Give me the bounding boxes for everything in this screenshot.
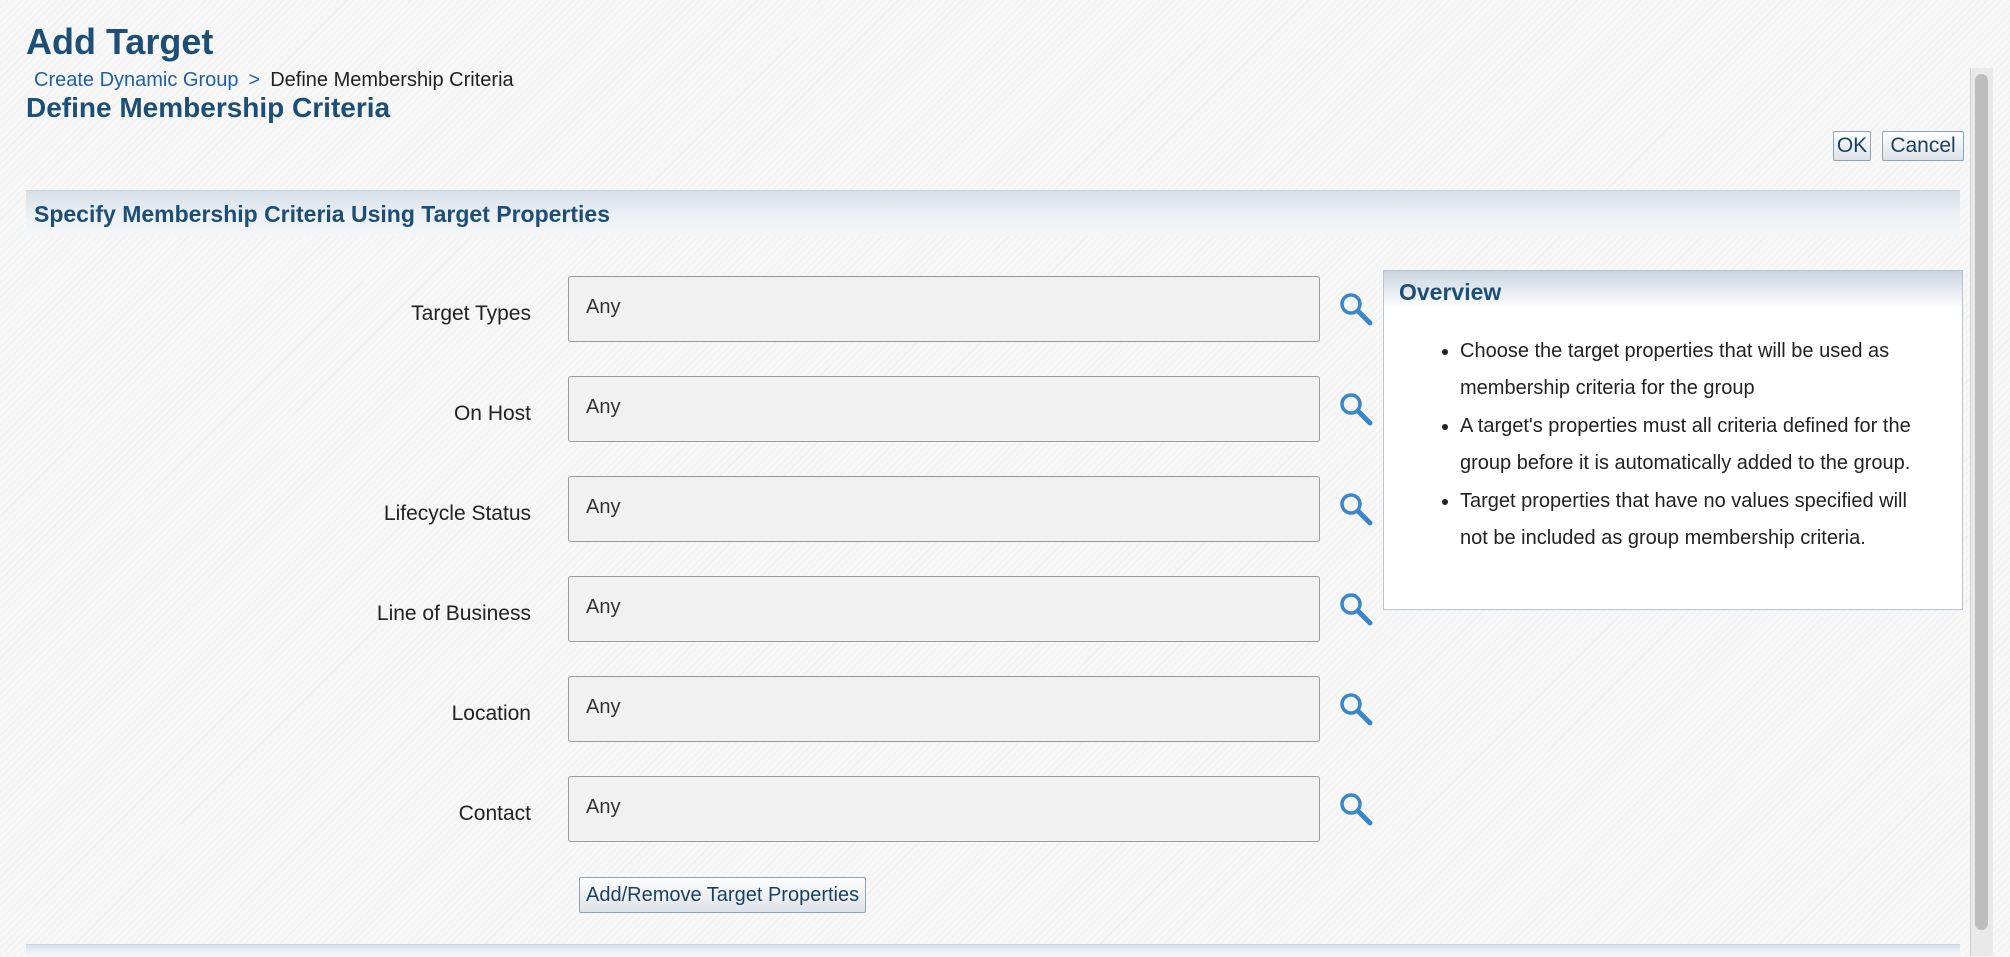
overview-title: Overview [1399,279,1502,305]
page-subtitle: Define Membership Criteria [26,92,391,123]
search-icon[interactable] [1338,791,1374,827]
on-host-field[interactable]: Any [568,376,1320,442]
label-on-host: On Host [453,402,531,425]
section-header-next [26,944,1960,957]
lifecycle-status-field[interactable]: Any [568,476,1320,542]
overview-panel: Overview Choose the target properties th… [1383,270,1963,610]
section-header-membership-criteria: Specify Membership Criteria Using Target… [26,190,1960,236]
overview-item: Target properties that have no values sp… [1460,483,1930,557]
search-icon[interactable] [1338,391,1374,427]
location-field[interactable]: Any [568,676,1320,742]
overview-item: Choose the target properties that will b… [1460,333,1930,407]
label-target-types: Target Types [411,302,531,325]
add-remove-target-properties-button[interactable]: Add/Remove Target Properties [579,877,867,913]
search-icon[interactable] [1338,491,1374,527]
overview-list: Choose the target properties that will b… [1406,333,1930,558]
breadcrumb: Create Dynamic Group > Define Membership C… [34,68,514,92]
ok-button[interactable]: OK [1833,131,1871,161]
search-icon[interactable] [1338,291,1374,327]
label-contact: Contact [458,802,531,825]
breadcrumb-link-create-dynamic-group[interactable]: Create Dynamic Group [34,69,239,91]
search-icon[interactable] [1338,691,1374,727]
search-icon[interactable] [1338,591,1374,627]
contact-field[interactable]: Any [568,776,1320,842]
scrollbar-thumb[interactable] [1975,74,1988,930]
section-title: Specify Membership Criteria Using Target… [34,201,611,227]
label-lifecycle-status: Lifecycle Status [383,502,531,525]
breadcrumb-current: Define Membership Criteria [270,69,514,91]
cancel-button[interactable]: Cancel [1882,131,1964,161]
label-location: Location [451,702,531,725]
breadcrumb-separator: > [248,69,261,91]
page-title: Add Target [26,21,214,62]
label-line-of-business: Line of Business [376,602,531,625]
overview-item: A target's properties must all criteria … [1460,408,1930,482]
target-types-field[interactable]: Any [568,276,1320,342]
line-of-business-field[interactable]: Any [568,576,1320,642]
